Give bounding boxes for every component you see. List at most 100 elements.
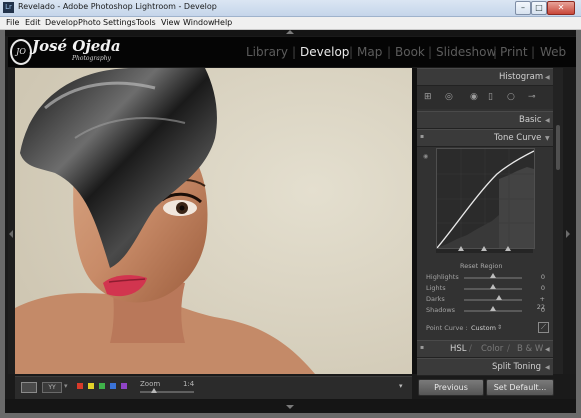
right-panel-scrollbar[interactable] [553, 68, 563, 374]
module-separator: | [387, 45, 392, 59]
menu-settings[interactable]: Settings [103, 18, 136, 27]
menu-window[interactable]: Window [183, 18, 215, 27]
module-separator: | [349, 45, 354, 59]
set-default-button[interactable]: Set Default... [486, 379, 554, 396]
green-color-label[interactable] [99, 383, 105, 389]
left-panel-toggle-icon[interactable] [9, 230, 13, 238]
histogram-title: Histogram [499, 72, 544, 82]
module-slideshow[interactable]: Slideshow [436, 45, 496, 59]
color-tab[interactable]: Color [481, 344, 503, 354]
radial-filter-icon[interactable]: ○ [507, 93, 515, 102]
triangle-left-icon: ◀ [545, 74, 550, 81]
loupe-view-button[interactable] [21, 382, 37, 393]
zoom-label: Zoom [140, 380, 161, 388]
yellow-color-label[interactable] [88, 383, 94, 389]
pupil [179, 205, 185, 211]
right-panel-strip[interactable] [563, 68, 576, 374]
module-map[interactable]: Map [357, 45, 382, 59]
scrollbar-thumb[interactable] [556, 125, 560, 170]
darks-slider[interactable] [464, 299, 522, 301]
hsl-tab[interactable]: HSL [450, 344, 467, 354]
before-after-view-button[interactable]: YY [42, 382, 62, 393]
view-mode-dropdown-icon[interactable]: ▾ [64, 382, 68, 390]
spot-removal-icon[interactable]: ◎ [445, 93, 453, 102]
module-develop[interactable]: Develop [300, 45, 349, 59]
lightroom-app-icon: Lr [3, 2, 14, 13]
module-separator: | [493, 45, 498, 59]
graduated-filter-icon[interactable]: ▯ [488, 93, 493, 102]
zoom-slider-thumb[interactable] [150, 388, 157, 393]
lights-slider-thumb[interactable] [490, 284, 496, 289]
menu-bar: File Edit Develop Photo Settings Tools V… [0, 17, 581, 30]
purple-color-label[interactable] [121, 383, 127, 389]
highlights-slider-thumb[interactable] [490, 273, 496, 278]
histogram-shape [437, 215, 499, 248]
tone-curve-title: Tone Curve [494, 133, 542, 143]
module-print[interactable]: Print [500, 45, 528, 59]
shadows-slider-thumb[interactable] [490, 306, 496, 311]
adjustment-brush-icon[interactable]: ⊸ [528, 93, 536, 102]
module-book[interactable]: Book [395, 45, 425, 59]
histogram-panel-header[interactable]: Histogram ◀ [417, 68, 553, 86]
module-web[interactable]: Web [540, 45, 566, 59]
panel-switch-icon[interactable]: ▪ [420, 133, 424, 140]
menu-view[interactable]: View [161, 18, 180, 27]
red-eye-icon[interactable]: ◉ [470, 93, 478, 102]
tone-curve-graph[interactable] [436, 148, 535, 249]
blue-color-label[interactable] [110, 383, 116, 389]
triangle-left-icon: ◀ [545, 117, 550, 124]
identity-monogram-logo: JO [10, 39, 32, 65]
maximize-button[interactable]: □ [531, 1, 547, 15]
lights-label: Lights [426, 284, 446, 292]
portrait-photo [15, 68, 412, 374]
toolbar-content-menu-icon[interactable]: ▾ [399, 382, 403, 390]
tone-curve-svg [436, 149, 535, 249]
menu-help[interactable]: Help [214, 18, 232, 27]
tone-curve-panel-header[interactable]: ▪ Tone Curve ▼ [417, 129, 553, 147]
module-separator: | [292, 45, 297, 59]
point-curve-select[interactable]: Custom [471, 324, 496, 332]
panel-switch-icon[interactable]: ▪ [420, 344, 424, 351]
darks-label: Darks [426, 295, 445, 303]
basic-title: Basic [519, 115, 542, 125]
darks-slider-thumb[interactable] [496, 295, 503, 300]
reset-region-label[interactable]: Reset Region [460, 262, 502, 270]
targeted-adjustment-icon[interactable]: ◉ [423, 153, 428, 160]
red-color-label[interactable] [77, 383, 83, 389]
menu-file[interactable]: File [6, 18, 19, 27]
right-panel-toggle-icon[interactable] [566, 230, 570, 238]
zoom-slider[interactable] [140, 391, 194, 393]
menu-photo[interactable]: Photo [78, 18, 101, 27]
module-library[interactable]: Library [246, 45, 288, 59]
shadows-value[interactable]: 0 [530, 306, 545, 314]
region-splitter-thumb[interactable] [458, 246, 464, 251]
menu-develop[interactable]: Develop [45, 18, 78, 27]
shadows-label: Shadows [426, 306, 456, 314]
hsl-tab-separator: / [507, 344, 510, 354]
top-panel-toggle-icon[interactable] [286, 30, 294, 34]
hsl-panel-header[interactable]: ▪ HSL / Color / B & W ◀ [417, 340, 553, 358]
bottom-panel-toggle-icon[interactable] [286, 405, 294, 409]
close-button[interactable]: ✕ [547, 1, 575, 15]
menu-edit[interactable]: Edit [25, 18, 41, 27]
photo-preview[interactable] [15, 68, 412, 374]
lights-value[interactable]: 0 [530, 284, 545, 292]
window-title: Revelado - Adobe Photoshop Lightroom - D… [18, 2, 217, 11]
minimize-button[interactable]: – [515, 1, 531, 15]
left-panel-strip[interactable] [8, 68, 15, 374]
point-curve-arrows-icon[interactable]: ⇕ [497, 324, 502, 331]
basic-panel-header[interactable]: Basic ◀ [417, 111, 553, 129]
module-separator: | [428, 45, 433, 59]
region-splitter-thumb[interactable] [481, 246, 487, 251]
identity-subtitle: Photography [72, 55, 111, 62]
highlights-value[interactable]: 0 [530, 273, 545, 281]
previous-button[interactable]: Previous [418, 379, 484, 396]
identity-name: José Ojeda [32, 37, 121, 55]
crop-overlay-icon[interactable]: ⊞ [424, 93, 432, 102]
edit-point-curve-icon[interactable]: ⟋ [538, 322, 549, 333]
triangle-left-icon: ◀ [545, 364, 550, 371]
split-toning-panel-header[interactable]: Split Toning ◀ [417, 358, 553, 376]
menu-tools[interactable]: Tools [136, 18, 156, 27]
region-splitter-thumb[interactable] [505, 246, 511, 251]
bw-tab[interactable]: B & W [517, 344, 543, 354]
